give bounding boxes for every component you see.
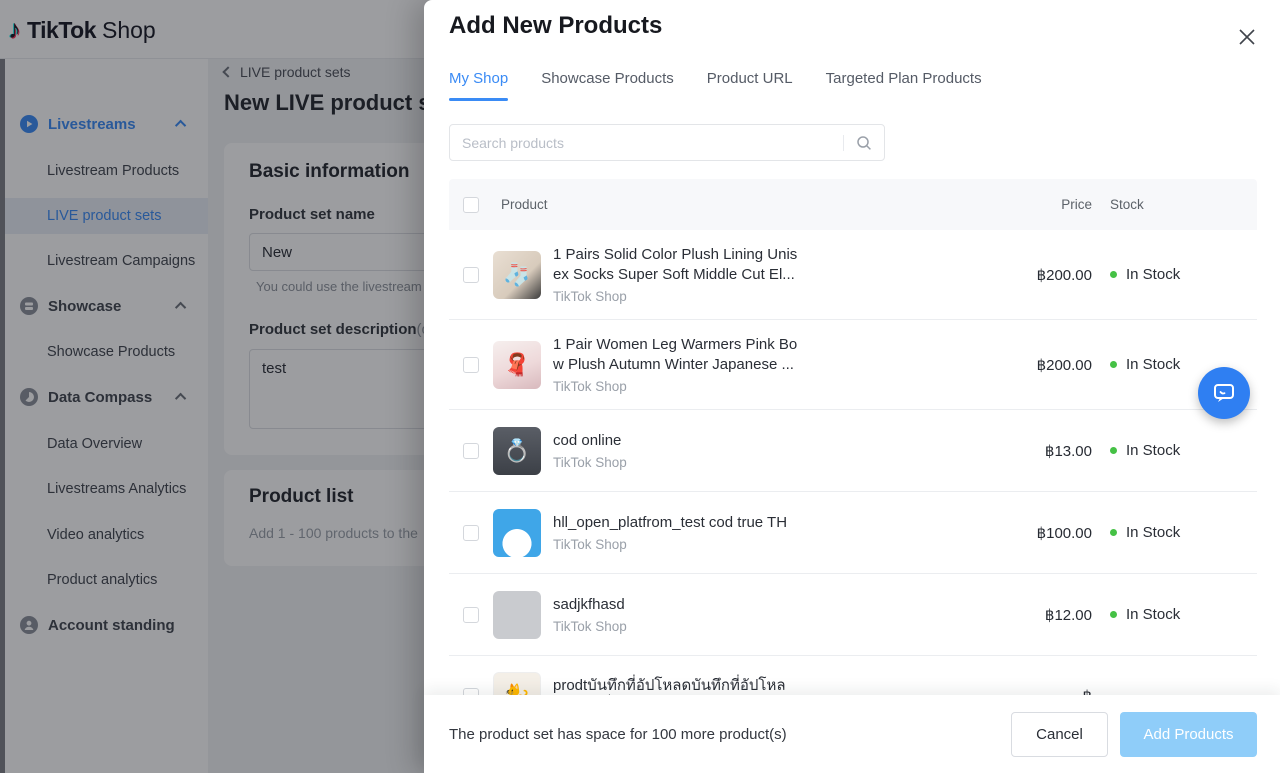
row-checkbox[interactable] [463,688,479,696]
table-row: 🐈 prodtบันทึกที่อัปโหลดบันทึกที่อัปโหลดบ… [449,656,1257,695]
row-checkbox[interactable] [463,607,479,623]
thumbnail-emoji: 🧣 [503,352,530,378]
stock-label: In Stock [1126,524,1180,541]
in-stock-dot [1110,611,1117,618]
product-seller: TikTok Shop [553,537,1002,552]
column-price: Price [1002,197,1092,212]
product-name[interactable]: 1 Pairs Solid Color Plush Lining Unisex … [553,245,803,285]
product-price: ฿100.00 [1002,524,1092,542]
product-name[interactable]: hll_open_platfrom_test cod true TH [553,513,803,533]
stock-label: In Stock [1126,266,1180,283]
product-stock: In Stock [1110,524,1230,541]
product-info: prodtบันทึกที่อัปโหลดบันทึกที่อัปโหลดบัน… [553,676,1002,696]
table-row: 🧦 1 Pairs Solid Color Plush Lining Unise… [449,230,1257,320]
add-products-button[interactable]: Add Products [1120,712,1257,757]
in-stock-dot [1110,447,1117,454]
product-price: ฿ [1002,687,1092,696]
modal-tabs: My Shop Showcase Products Product URL Ta… [449,70,982,101]
chat-bubble-icon [1211,380,1237,406]
product-stock: In Stock [1110,266,1230,283]
table-header: Product Price Stock [449,179,1257,230]
product-thumbnail [493,509,541,557]
product-info: hll_open_platfrom_test cod true TH TikTo… [553,513,1002,552]
product-stock: In Stock [1110,442,1230,459]
product-info: 1 Pairs Solid Color Plush Lining Unisex … [553,245,1002,304]
modal-footer: The product set has space for 100 more p… [424,695,1280,773]
in-stock-dot [1110,529,1117,536]
product-seller: TikTok Shop [553,455,1002,470]
thumbnail-emoji: 💍 [503,438,530,464]
row-checkbox[interactable] [463,525,479,541]
product-info: 1 Pair Women Leg Warmers Pink Bow Plush … [553,335,1002,394]
product-price: ฿200.00 [1002,356,1092,374]
tab-product-url[interactable]: Product URL [707,70,793,101]
product-thumbnail: 🧣 [493,341,541,389]
stock-label: In Stock [1126,606,1180,623]
modal-title: Add New Products [449,12,662,40]
in-stock-dot [1110,271,1117,278]
table-row: 🧣 1 Pair Women Leg Warmers Pink Bow Plus… [449,320,1257,410]
search-icon [856,135,872,151]
row-checkbox[interactable] [463,267,479,283]
product-seller: TikTok Shop [553,289,1002,304]
product-thumbnail: 💍 [493,427,541,475]
product-seller: TikTok Shop [553,619,1002,634]
product-stock: In Stock [1110,606,1230,623]
product-price: ฿200.00 [1002,266,1092,284]
product-name[interactable]: 1 Pair Women Leg Warmers Pink Bow Plush … [553,335,803,375]
tab-targeted-plan-products[interactable]: Targeted Plan Products [826,70,982,101]
add-new-products-modal: Add New Products My Shop Showcase Produc… [424,0,1280,773]
product-name[interactable]: sadjkfhasd [553,595,803,615]
product-info: cod online TikTok Shop [553,431,1002,470]
tab-showcase-products[interactable]: Showcase Products [541,70,674,101]
row-checkbox[interactable] [463,443,479,459]
select-all-checkbox[interactable] [463,197,479,213]
tab-my-shop[interactable]: My Shop [449,70,508,101]
search-products-box [449,124,885,161]
column-stock: Stock [1110,197,1230,212]
product-table: Product Price Stock 🧦 1 Pairs Solid Colo… [449,179,1257,695]
in-stock-dot [1110,361,1117,368]
table-row: hll_open_platfrom_test cod true TH TikTo… [449,492,1257,574]
close-icon[interactable] [1238,28,1256,46]
table-row: sadjkfhasd TikTok Shop ฿12.00 In Stock [449,574,1257,656]
chat-button[interactable] [1198,367,1250,419]
thumbnail-emoji: 🐈 [503,683,530,696]
product-seller: TikTok Shop [553,379,1002,394]
product-price: ฿13.00 [1002,442,1092,460]
capacity-note: The product set has space for 100 more p… [449,726,1011,743]
table-row: 💍 cod online TikTok Shop ฿13.00 In Stock [449,410,1257,492]
product-thumbnail: 🧦 [493,251,541,299]
product-name[interactable]: cod online [553,431,803,451]
column-product: Product [501,197,1002,212]
search-button[interactable] [844,135,884,151]
product-name[interactable]: prodtบันทึกที่อัปโหลดบันทึกที่อัปโหลดบัน… [553,676,803,696]
row-checkbox[interactable] [463,357,479,373]
product-thumbnail: 🐈 [493,672,541,696]
product-thumbnail [493,591,541,639]
product-info: sadjkfhasd TikTok Shop [553,595,1002,634]
stock-label: In Stock [1126,356,1180,373]
product-price: ฿12.00 [1002,606,1092,624]
cancel-button[interactable]: Cancel [1011,712,1108,757]
thumbnail-emoji: 🧦 [503,262,530,288]
search-input[interactable] [450,135,843,151]
stock-label: In Stock [1126,442,1180,459]
